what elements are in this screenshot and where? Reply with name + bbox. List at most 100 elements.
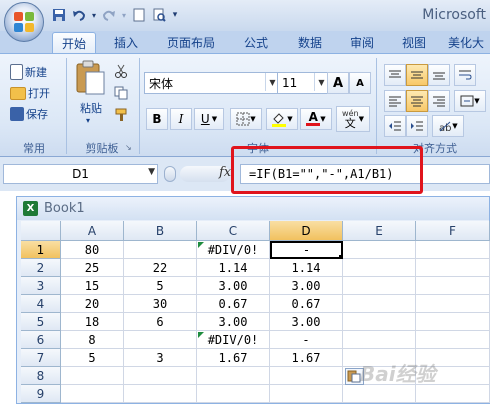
open-button[interactable]: 打开 [10,83,50,103]
cell-b4[interactable]: 30 [124,295,197,313]
column-header-d[interactable]: D [270,221,343,241]
cell-d9[interactable] [270,385,343,403]
cell-b3[interactable]: 5 [124,277,197,295]
cut-icon[interactable] [114,64,130,80]
cell-e6[interactable] [343,331,416,349]
cell-e2[interactable] [343,259,416,277]
office-button[interactable] [4,2,44,42]
cell-f2[interactable] [416,259,490,277]
cell-d6[interactable]: - [270,331,343,349]
cell-a7[interactable]: 5 [61,349,124,367]
increase-indent-button[interactable] [406,115,428,137]
tab-view[interactable]: 视图 [392,32,436,53]
cell-b8[interactable] [124,367,197,385]
name-box[interactable]: D1 ▼ [3,164,158,184]
shrink-font-button[interactable]: A [349,72,371,94]
row-header-3[interactable]: 3 [21,277,61,295]
redo-dropdown-icon[interactable]: ▾ [120,6,128,24]
cell-b6[interactable] [124,331,197,349]
cell-a6[interactable]: 8 [61,331,124,349]
row-header-7[interactable]: 7 [21,349,61,367]
bold-button[interactable]: B [146,108,168,130]
cell-c5[interactable]: 3.00 [197,313,270,331]
cell-c9[interactable] [197,385,270,403]
column-header-f[interactable]: F [416,221,490,241]
phonetic-guide-button[interactable]: wén 文 ▼ [336,106,370,132]
new-button[interactable]: 新建 [10,62,47,82]
undo-icon[interactable] [70,6,88,24]
tab-data[interactable]: 数据 [288,32,332,53]
cell-a9[interactable] [61,385,124,403]
cell-d1[interactable]: - [270,241,343,259]
format-painter-icon[interactable] [114,108,130,124]
cell-c8[interactable] [197,367,270,385]
row-header-9[interactable]: 9 [21,385,61,403]
cell-e3[interactable] [343,277,416,295]
cell-c4[interactable]: 0.67 [197,295,270,313]
undo-dropdown-icon[interactable]: ▾ [90,6,98,24]
row-header-5[interactable]: 5 [21,313,61,331]
cell-d3[interactable]: 3.00 [270,277,343,295]
row-header-4[interactable]: 4 [21,295,61,313]
cell-e5[interactable] [343,313,416,331]
cell-c1[interactable]: #DIV/0! [197,241,270,259]
print-preview-icon[interactable] [150,6,168,24]
insert-function-icon[interactable]: fx [219,165,231,180]
font-name-select[interactable]: 宋体 ▼ [144,72,280,94]
row-header-8[interactable]: 8 [21,367,61,385]
borders-button[interactable]: ▼ [230,108,262,130]
cell-b2[interactable]: 22 [124,259,197,277]
cell-f5[interactable] [416,313,490,331]
cell-c3[interactable]: 3.00 [197,277,270,295]
cell-f3[interactable] [416,277,490,295]
tab-review[interactable]: 审阅 [340,32,384,53]
customize-icon[interactable]: ▾ [170,6,180,24]
cell-b7[interactable]: 3 [124,349,197,367]
cell-d7[interactable]: 1.67 [270,349,343,367]
column-header-a[interactable]: A [61,221,124,241]
new-icon[interactable] [130,6,148,24]
merge-center-button[interactable]: ▼ [454,90,486,112]
align-center-button[interactable] [406,90,428,112]
row-header-2[interactable]: 2 [21,259,61,277]
cell-f1[interactable] [416,241,490,259]
tab-page-layout[interactable]: 页面布局 [160,32,222,53]
save-button[interactable]: 保存 [10,104,48,124]
orientation-button[interactable]: ab ▼ [432,115,464,137]
wrap-text-button[interactable] [454,64,476,86]
select-all-corner[interactable] [21,221,61,241]
copy-icon[interactable] [114,86,130,102]
cell-d4[interactable]: 0.67 [270,295,343,313]
cell-d5[interactable]: 3.00 [270,313,343,331]
column-header-e[interactable]: E [343,221,416,241]
cell-c2[interactable]: 1.14 [197,259,270,277]
align-left-button[interactable] [384,90,406,112]
font-color-button[interactable]: A ▼ [300,108,332,130]
cell-f4[interactable] [416,295,490,313]
cell-e9[interactable] [343,385,416,403]
align-right-button[interactable] [428,90,450,112]
align-top-button[interactable] [384,64,406,86]
save-icon[interactable] [50,6,68,24]
align-middle-button[interactable] [406,64,428,86]
grow-font-button[interactable]: A [327,72,349,94]
dialog-launcher-icon[interactable]: ↘ [125,143,132,152]
cell-d2[interactable]: 1.14 [270,259,343,277]
redo-icon[interactable] [100,6,118,24]
tab-beautify[interactable]: 美化大 [448,32,490,53]
align-bottom-button[interactable] [428,64,450,86]
cell-a3[interactable]: 15 [61,277,124,295]
cell-b5[interactable]: 6 [124,313,197,331]
cell-d8[interactable] [270,367,343,385]
cell-f6[interactable] [416,331,490,349]
cell-a4[interactable]: 20 [61,295,124,313]
paste-button[interactable]: 粘贴 ▾ [74,60,108,136]
row-header-1[interactable]: 1 [21,241,61,259]
cell-a1[interactable]: 80 [61,241,124,259]
formula-bar-splitter[interactable] [164,166,176,182]
font-size-select[interactable]: 11 ▼ [277,72,329,94]
cell-a8[interactable] [61,367,124,385]
cell-b9[interactable] [124,385,197,403]
cell-b1[interactable] [124,241,197,259]
cell-f9[interactable] [416,385,490,403]
